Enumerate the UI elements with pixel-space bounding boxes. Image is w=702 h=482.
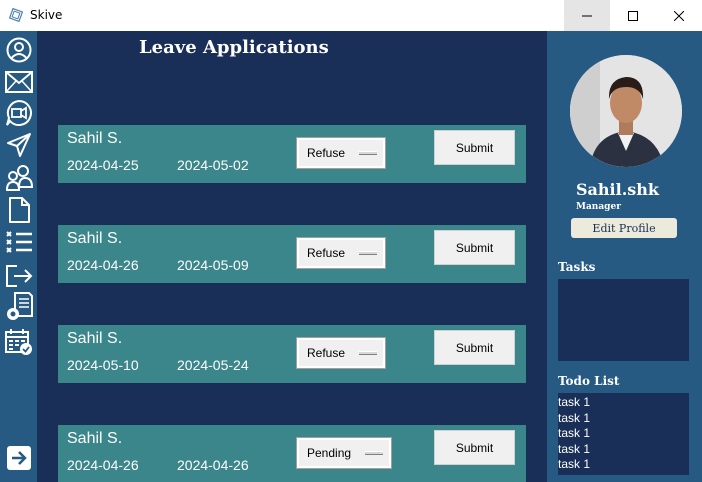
status-dropdown[interactable]: Pending: [295, 437, 393, 469]
dropdown-indicator-icon: [359, 251, 378, 255]
leave-from-date: 2024-04-26: [67, 457, 139, 473]
avatar: [570, 55, 682, 167]
todo-item[interactable]: task 1: [558, 426, 689, 442]
applicant-name: Sahil S.: [67, 130, 123, 147]
tasks-label: Tasks: [558, 260, 596, 274]
leave-from-date: 2024-05-10: [67, 357, 139, 373]
mail-icon[interactable]: [5, 68, 33, 96]
todo-label: Todo List: [558, 374, 620, 388]
dropdown-indicator-icon: [365, 451, 384, 455]
users-icon[interactable]: [5, 163, 33, 191]
status-value: Pending: [307, 446, 352, 460]
submit-button[interactable]: Submit: [434, 230, 515, 265]
send-icon[interactable]: [5, 131, 33, 159]
todo-list[interactable]: task 1 task 1 task 1 task 1 task 1: [558, 393, 689, 475]
submit-button[interactable]: Submit: [434, 430, 515, 465]
maximize-icon: [628, 10, 638, 21]
leave-to-date: 2024-05-24: [177, 357, 249, 373]
calendar-check-icon[interactable]: [5, 328, 33, 356]
leave-card: Sahil S. 2024-04-25 2024-05-02 Refuse Su…: [58, 125, 526, 183]
logout-icon[interactable]: [5, 262, 33, 290]
document-icon[interactable]: [5, 196, 33, 224]
status-value: Refuse: [307, 246, 346, 260]
close-icon: [674, 10, 684, 21]
status-dropdown[interactable]: Refuse: [295, 137, 387, 169]
window-title: Skive: [30, 8, 63, 22]
status-value: Refuse: [307, 146, 346, 160]
leave-from-date: 2024-04-25: [67, 157, 139, 173]
leave-card: Sahil S. 2024-04-26 2024-04-26 Pending S…: [58, 425, 526, 482]
leave-card: Sahil S. 2024-04-26 2024-05-09 Refuse Su…: [58, 225, 526, 283]
app-logo-icon: [9, 8, 23, 22]
settings-document-icon[interactable]: [5, 292, 33, 321]
submit-button[interactable]: Submit: [434, 330, 515, 365]
sidebar: [0, 31, 37, 482]
page-title: Leave Applications: [139, 37, 329, 58]
tasks-list[interactable]: [558, 279, 689, 361]
leave-to-date: 2024-04-26: [177, 457, 249, 473]
status-dropdown[interactable]: Refuse: [295, 237, 387, 269]
edit-profile-button[interactable]: Edit Profile: [571, 218, 677, 238]
applicant-name: Sahil S.: [67, 230, 123, 247]
todo-item[interactable]: task 1: [558, 457, 689, 473]
todo-item[interactable]: task 1: [558, 442, 689, 458]
profile-role: Manager: [576, 202, 621, 212]
dropdown-indicator-icon: [359, 151, 378, 155]
minimize-button[interactable]: [564, 0, 610, 31]
todo-item[interactable]: task 1: [558, 395, 689, 411]
applicant-name: Sahil S.: [67, 330, 123, 347]
leave-to-date: 2024-05-09: [177, 257, 249, 273]
profile-icon[interactable]: [5, 36, 33, 64]
video-call-icon[interactable]: [5, 99, 33, 127]
main-content: Leave Applications Sahil S. 2024-04-25 2…: [37, 31, 547, 482]
minimize-icon: [582, 15, 592, 16]
status-value: Refuse: [307, 346, 346, 360]
avatar-photo-icon: [570, 55, 682, 167]
app-window: Skive Leave Applications Sahil S. 2024-0…: [0, 0, 702, 482]
close-button[interactable]: [656, 0, 702, 31]
title-bar: Skive: [0, 0, 702, 31]
dropdown-indicator-icon: [359, 351, 378, 355]
leave-card: Sahil S. 2024-05-10 2024-05-24 Refuse Su…: [58, 325, 526, 383]
leave-to-date: 2024-05-02: [177, 157, 249, 173]
checklist-icon[interactable]: [5, 228, 33, 256]
applicant-name: Sahil S.: [67, 430, 123, 447]
todo-item[interactable]: task 1: [558, 411, 689, 427]
maximize-button[interactable]: [610, 0, 656, 31]
status-dropdown[interactable]: Refuse: [295, 337, 387, 369]
profile-panel: Sahil.shk Manager Edit Profile Tasks Tod…: [547, 31, 702, 482]
expand-icon[interactable]: [5, 444, 33, 472]
profile-username: Sahil.shk: [576, 180, 660, 199]
leave-from-date: 2024-04-26: [67, 257, 139, 273]
submit-button[interactable]: Submit: [434, 130, 515, 165]
